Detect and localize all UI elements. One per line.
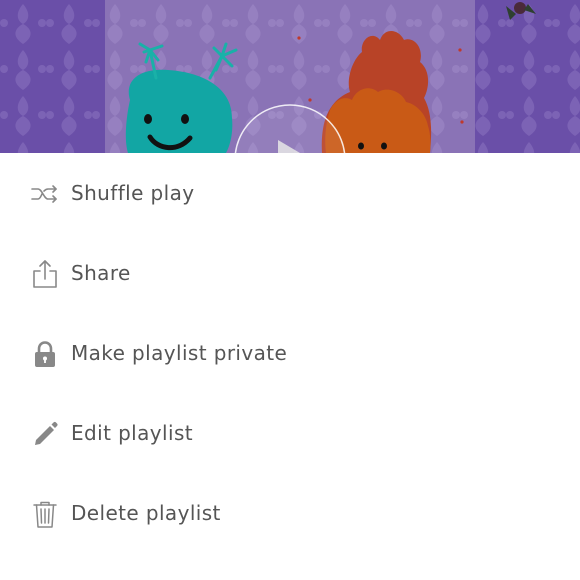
- edit-playlist-label: Edit playlist: [71, 421, 194, 445]
- shuffle-play-menu-item[interactable]: Shuffle play: [0, 153, 580, 233]
- edit-playlist-menu-item[interactable]: Edit playlist: [0, 393, 580, 473]
- pencil-icon: [30, 419, 60, 449]
- make-playlist-private-label: Make playlist private: [71, 341, 288, 365]
- playlist-options-screen: Shuffle play Share Make playlist private…: [0, 0, 580, 580]
- shuffle-icon: [30, 179, 60, 209]
- share-label: Share: [71, 261, 131, 285]
- playlist-artwork: [0, 0, 580, 153]
- trash-icon: [30, 499, 60, 529]
- lock-icon: [30, 339, 60, 369]
- make-playlist-private-menu-item[interactable]: Make playlist private: [0, 313, 580, 393]
- delete-playlist-menu-item[interactable]: Delete playlist: [0, 473, 580, 553]
- delete-playlist-label: Delete playlist: [71, 501, 221, 525]
- shuffle-play-label: Shuffle play: [71, 181, 195, 205]
- playlist-options-menu: Shuffle play Share Make playlist private…: [0, 153, 580, 580]
- share-icon: [30, 259, 60, 289]
- share-menu-item[interactable]: Share: [0, 233, 580, 313]
